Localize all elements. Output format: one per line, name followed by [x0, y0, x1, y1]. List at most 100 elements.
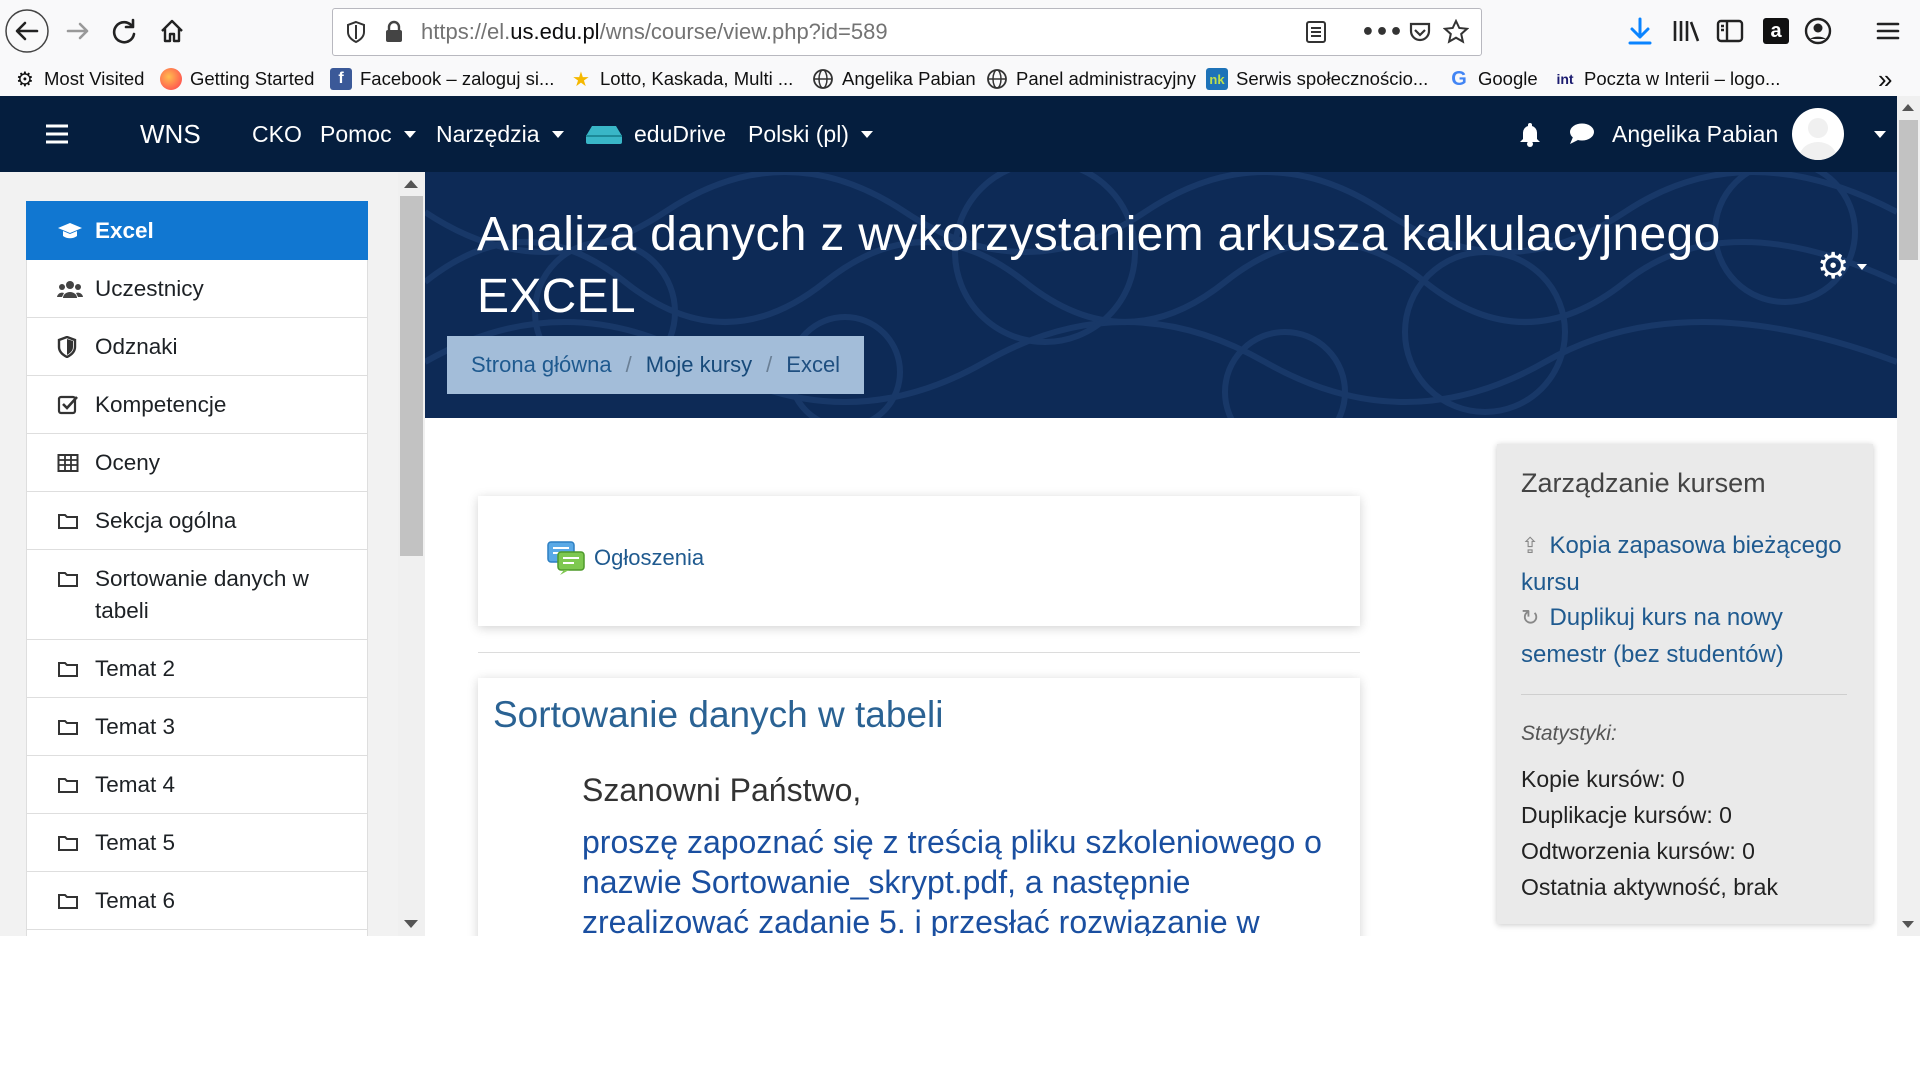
bookmark-facebook[interactable]: f Facebook – zaloguj si...	[330, 65, 554, 93]
bookmarks-toolbar: ⚙ Most Visited Getting Started f Facebook …	[0, 62, 1920, 97]
url-text[interactable]: https://el.us.edu.pl/wns/course/view.php…	[421, 19, 888, 45]
bookmark-getting-started[interactable]: Getting Started	[160, 65, 314, 93]
gear-icon: ⚙	[16, 67, 34, 91]
section-summary-greeting: Szanowni Państwo,	[582, 772, 862, 808]
sidebar-item-odznaki[interactable]: Odznaki	[26, 318, 368, 376]
downloads-button[interactable]	[1622, 8, 1658, 54]
sidebar-item-sortowanie-danych-w-tabeli[interactable]: Sortowanie danych w tabeli	[26, 550, 368, 640]
app-menu-button[interactable]	[1870, 8, 1906, 54]
course-management-block: Zarządzanie kursem ⇪ Kopia zapasowa bieżą…	[1497, 444, 1873, 924]
drawer-toggle-button[interactable]	[44, 96, 70, 172]
bookmark-angelika-pabian[interactable]: Angelika Pabian	[812, 65, 976, 93]
caret-down-icon	[1874, 130, 1887, 138]
graduation-cap-icon	[57, 215, 85, 247]
user-menu[interactable]: Angelika Pabian	[1612, 96, 1887, 172]
forward-button[interactable]	[60, 8, 96, 54]
more-actions-icon[interactable]: •••	[1361, 17, 1403, 47]
drawer-scrollbar-thumb[interactable]	[400, 196, 423, 556]
avatar	[1792, 108, 1845, 160]
facebook-icon: f	[330, 68, 352, 90]
account-icon	[1804, 17, 1832, 45]
sidebar-item-sekcja-ogolna[interactable]: Sekcja ogólna	[26, 492, 368, 550]
breadcrumb-home-link[interactable]: Strona główna	[471, 352, 612, 378]
scroll-up-icon[interactable]	[1902, 104, 1914, 111]
upload-icon: ⇪	[1521, 534, 1540, 559]
sidebar-item-excel[interactable]: Excel	[26, 201, 368, 260]
general-section: Ogłoszenia	[478, 496, 1360, 626]
breadcrumb-my-courses-link[interactable]: Moje kursy	[646, 352, 752, 378]
nav-narzedzia-dropdown[interactable]: Narzędzia	[436, 96, 564, 172]
stat-duplications: Duplikacje kursów: 0	[1521, 802, 1732, 828]
bookmark-most-visited[interactable]: ⚙ Most Visited	[14, 65, 144, 93]
nav-edudrive[interactable]: eduDrive	[584, 96, 726, 172]
home-button[interactable]	[152, 8, 192, 54]
sidebar-item-temat-7[interactable]: Temat 7	[26, 930, 368, 936]
sidebar-item-temat-3[interactable]: Temat 3	[26, 698, 368, 756]
bookmarks-overflow-button[interactable]: »	[1878, 64, 1892, 94]
reload-icon	[112, 18, 136, 44]
sidebar-item-label: Odznaki	[95, 334, 178, 359]
announcements-label: Ogłoszenia	[594, 545, 705, 570]
folder-icon	[57, 653, 85, 685]
sidebar-item-label: Oceny	[95, 450, 161, 475]
sidebar-item-temat-2[interactable]: Temat 2	[26, 640, 368, 698]
breadcrumb-current[interactable]: Excel	[786, 352, 840, 378]
messages-button[interactable]	[1568, 96, 1596, 172]
hamburger-icon	[1876, 22, 1900, 40]
lock-icon[interactable]	[379, 17, 409, 47]
nav-cko[interactable]: CKO	[252, 96, 302, 172]
library-button[interactable]	[1668, 8, 1704, 54]
pocket-icon[interactable]	[1405, 17, 1435, 47]
address-bar[interactable]: https://el.us.edu.pl/wns/course/view.php…	[332, 8, 1482, 56]
course-title: Analiza danych z wykorzystaniem arkusza …	[477, 208, 1721, 323]
sidebar-item-temat-5[interactable]: Temat 5	[26, 814, 368, 872]
refresh-icon: ↻	[1521, 606, 1540, 631]
scroll-down-icon[interactable]	[404, 920, 418, 928]
scroll-up-icon[interactable]	[404, 180, 418, 188]
course-header: Analiza danych z wykorzystaniem arkusza …	[425, 172, 1897, 418]
nav-pomoc-dropdown[interactable]: Pomoc	[320, 96, 416, 172]
site-navbar: WNS CKO Pomoc Narzędzia eduDrive Polski …	[0, 96, 1920, 172]
backup-course-link[interactable]: ⇪ Kopia zapasowa bieżącego kursu	[1521, 528, 1857, 601]
sidebar-item-temat-6[interactable]: Temat 6	[26, 872, 368, 930]
browser-toolbar: https://el.us.edu.pl/wns/course/view.php…	[0, 0, 1920, 62]
nav-language-dropdown[interactable]: Polski (pl)	[748, 96, 873, 172]
reload-button[interactable]	[106, 8, 142, 54]
page-scrollbar-thumb[interactable]	[1899, 120, 1918, 260]
bookmark-lotto[interactable]: ★ Lotto, Kaskada, Multi ...	[570, 65, 793, 93]
bookmark-google[interactable]: G Google	[1448, 65, 1537, 93]
sidebar-button[interactable]	[1712, 8, 1748, 54]
sidebar-item-oceny[interactable]: Oceny	[26, 434, 368, 492]
site-brand[interactable]: WNS	[140, 96, 201, 172]
notifications-button[interactable]	[1518, 96, 1542, 172]
tracking-shield-icon[interactable]	[341, 17, 371, 47]
back-button[interactable]	[4, 8, 50, 54]
amazon-extension-button[interactable]: a	[1758, 8, 1794, 54]
account-button[interactable]	[1800, 8, 1836, 54]
folder-icon	[57, 827, 85, 859]
bookmark-star-icon[interactable]	[1441, 17, 1471, 47]
browser-window: https://el.us.edu.pl/wns/course/view.php…	[0, 0, 1920, 936]
section-summary-text: proszę zapoznać się z treścią pliku szko…	[582, 824, 1322, 936]
sidebar-item-kompetencje[interactable]: Kompetencje	[26, 376, 368, 434]
sidebar-item-label: Temat 5	[95, 830, 176, 855]
sidebar-item-uczestnicy[interactable]: Uczestnicy	[26, 260, 368, 318]
home-icon	[161, 19, 183, 43]
back-arrow-icon	[5, 9, 49, 53]
section-title[interactable]: Sortowanie danych w tabeli	[493, 694, 943, 736]
duplicate-course-link[interactable]: ↻ Duplikuj kurs na nowy semestr (bez stud…	[1521, 600, 1857, 673]
avatar-placeholder-icon	[1800, 118, 1837, 160]
checkbox-icon	[57, 389, 85, 421]
announcements-forum-link[interactable]: Ogłoszenia	[546, 540, 704, 576]
bookmark-panel-administracyjny[interactable]: Panel administracyjny	[986, 65, 1196, 93]
sidebar-item-temat-4[interactable]: Temat 4	[26, 756, 368, 814]
bookmark-nk[interactable]: nk Serwis społecznościo...	[1206, 65, 1428, 93]
scroll-down-icon[interactable]	[1902, 921, 1914, 928]
bookmark-interia[interactable]: int Poczta w Interii – logo...	[1554, 65, 1780, 93]
block-title: Zarządzanie kursem	[1521, 468, 1766, 498]
reader-view-icon[interactable]	[1301, 17, 1331, 47]
stat-restores: Odtworzenia kursów: 0	[1521, 838, 1755, 864]
folder-icon	[57, 711, 85, 743]
course-settings-menu[interactable]: ⚙	[1817, 246, 1868, 287]
users-icon	[57, 273, 85, 305]
